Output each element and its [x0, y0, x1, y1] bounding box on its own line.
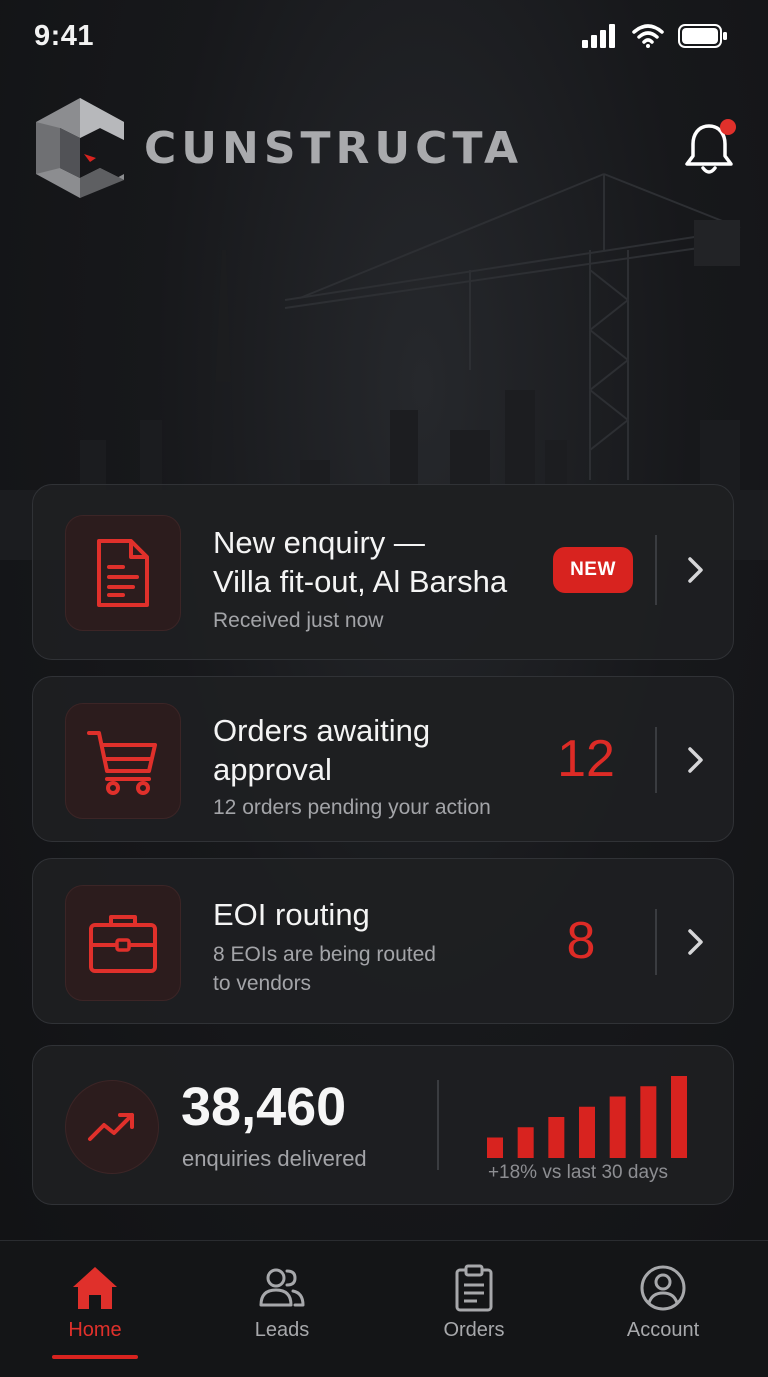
growth-bar — [487, 1137, 503, 1158]
document-icon — [97, 539, 149, 607]
clipboard-icon — [455, 1264, 493, 1312]
eoi-title: EOI routing — [213, 897, 370, 932]
eoi-subtitle-line2: to vendors — [213, 972, 312, 995]
active-tab-indicator — [52, 1355, 138, 1359]
card-divider — [655, 535, 657, 605]
document-icon-tile — [65, 515, 181, 631]
card-divider — [655, 727, 657, 793]
eoi-count: 8 — [566, 912, 596, 970]
tab-account-label: Account — [626, 1319, 700, 1341]
wifi-icon — [632, 24, 664, 48]
notification-bell-icon[interactable] — [680, 118, 738, 178]
chevron-right-icon[interactable] — [685, 745, 707, 775]
tab-leads-label: Leads — [254, 1319, 310, 1341]
user-circle-icon — [640, 1265, 686, 1311]
battery-icon — [678, 24, 727, 48]
cart-icon — [87, 731, 157, 795]
new-enquiry-card[interactable]: New enquiry — Villa fit-out, Al Barsha R… — [32, 484, 734, 660]
briefcase-icon — [89, 915, 157, 973]
stats-divider — [437, 1080, 439, 1170]
growth-bar — [579, 1106, 595, 1158]
orders-awaiting-card[interactable]: Orders awaiting approval 12 orders pendi… — [32, 676, 734, 842]
growth-bar — [548, 1117, 565, 1158]
stats-card: 38,460 enquiries delivered +18% vs last … — [32, 1045, 734, 1205]
orders-title-line2: approval — [213, 752, 332, 787]
growth-bar — [517, 1127, 534, 1158]
users-icon — [259, 1268, 305, 1307]
notification-dot — [720, 119, 736, 135]
eoi-routing-card[interactable]: EOI routing 8 EOIs are being routed to v… — [32, 858, 734, 1024]
growth-bar-chart — [487, 1076, 687, 1158]
signal-icon — [582, 24, 615, 48]
growth-bar — [609, 1096, 626, 1158]
cart-icon-tile — [65, 703, 181, 819]
eoi-subtitle-line1: 8 EOIs are being routed — [213, 943, 436, 966]
trend-up-icon — [88, 1113, 134, 1141]
tab-account[interactable]: Account — [588, 1241, 738, 1377]
orders-title-line1: Orders awaiting — [213, 713, 431, 748]
growth-delta-label: +18% vs last 30 days — [487, 1162, 669, 1183]
tab-orders[interactable]: Orders — [399, 1241, 549, 1377]
chevron-right-icon[interactable] — [685, 927, 707, 957]
status-time: 9:41 — [34, 20, 95, 52]
growth-bar — [671, 1076, 687, 1158]
home-icon — [73, 1267, 117, 1309]
growth-bar — [640, 1086, 657, 1158]
new-badge: NEW — [553, 547, 633, 593]
orders-count: 12 — [557, 730, 615, 788]
enquiries-delivered-label: enquiries delivered — [182, 1146, 367, 1171]
tab-home-label: Home — [68, 1319, 122, 1341]
trend-icon-circle — [65, 1080, 159, 1174]
enquiry-title-line2: Villa fit-out, Al Barsha — [213, 564, 508, 599]
briefcase-icon-tile — [65, 885, 181, 1001]
status-bar: 9:41 — [0, 0, 768, 76]
logo-mark-icon — [36, 98, 124, 198]
orders-subtitle: 12 orders pending your action — [213, 796, 491, 819]
enquiries-delivered-value: 38,460 — [181, 1077, 347, 1137]
card-divider — [655, 909, 657, 975]
enquiry-subtitle: Received just now — [213, 609, 384, 632]
brand-logo: CUNSTRUCTA — [34, 96, 523, 200]
enquiry-title-line1: New enquiry — — [213, 525, 425, 560]
brand-name: CUNSTRUCTA — [144, 122, 524, 174]
tab-leads[interactable]: Leads — [207, 1241, 357, 1377]
tab-orders-label: Orders — [443, 1319, 505, 1341]
chevron-right-icon[interactable] — [685, 555, 707, 585]
